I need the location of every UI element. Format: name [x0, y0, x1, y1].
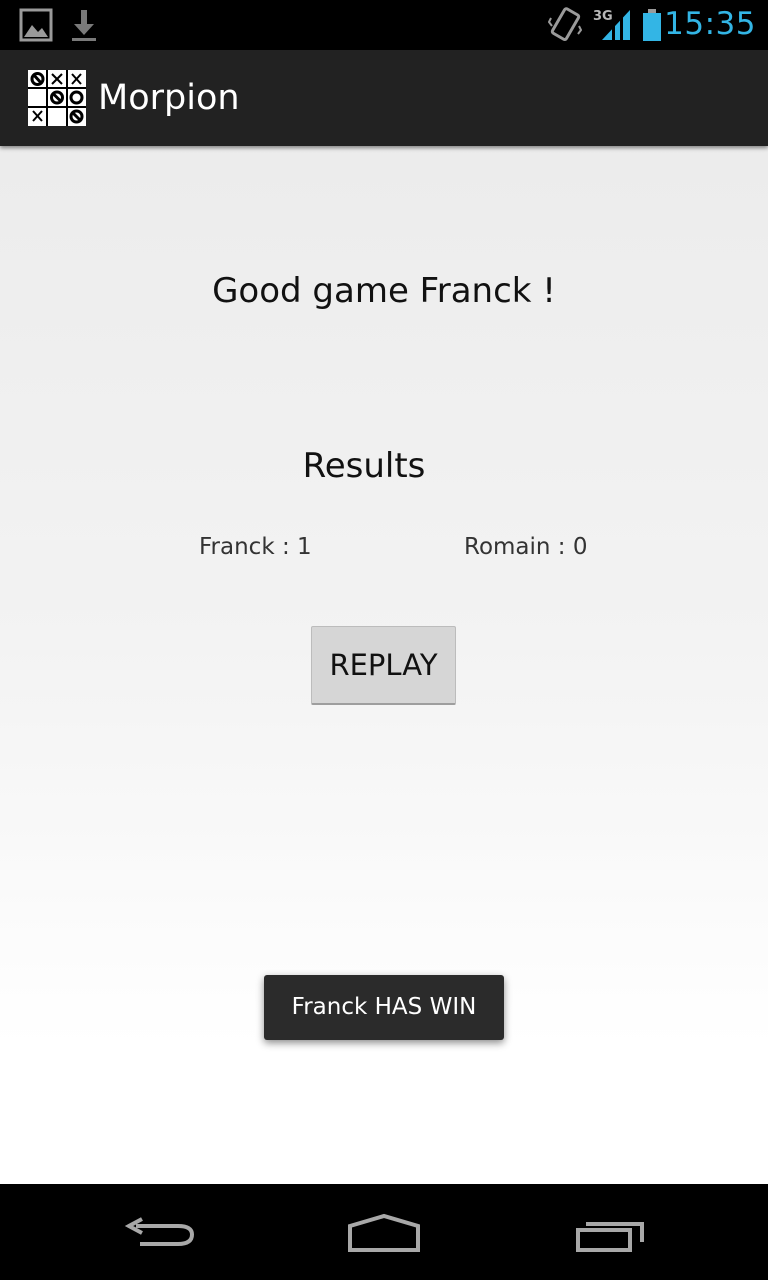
vibrate-icon [548, 7, 582, 42]
player2-score: Romain : 0 [464, 534, 588, 560]
tic-tac-toe-icon[interactable] [28, 70, 86, 126]
nav-bar [0, 1184, 768, 1280]
status-bar: 3G 15:35 [0, 0, 768, 50]
home-button[interactable] [304, 1184, 464, 1280]
results-heading: Results [302, 446, 426, 486]
greeting-text: Good game Franck ! [212, 271, 556, 311]
action-bar: Morpion [0, 50, 768, 146]
recent-apps-icon [576, 1222, 644, 1252]
replay-button[interactable]: REPLAY [311, 626, 456, 705]
toast-message: Franck HAS WIN [264, 975, 504, 1040]
home-icon [348, 1213, 420, 1252]
clock: 15:35 [664, 6, 756, 42]
download-icon [72, 10, 96, 41]
recent-apps-button[interactable] [530, 1184, 690, 1280]
back-button[interactable] [80, 1184, 240, 1280]
back-icon [124, 1217, 195, 1246]
main-content: Good game Franck ! Results Franck : 1 Ro… [0, 146, 768, 1184]
signal-icon [602, 10, 630, 40]
app-title: Morpion [98, 78, 240, 118]
player1-score: Franck : 1 [199, 534, 312, 560]
battery-icon [643, 9, 661, 41]
picture-icon [19, 8, 53, 42]
